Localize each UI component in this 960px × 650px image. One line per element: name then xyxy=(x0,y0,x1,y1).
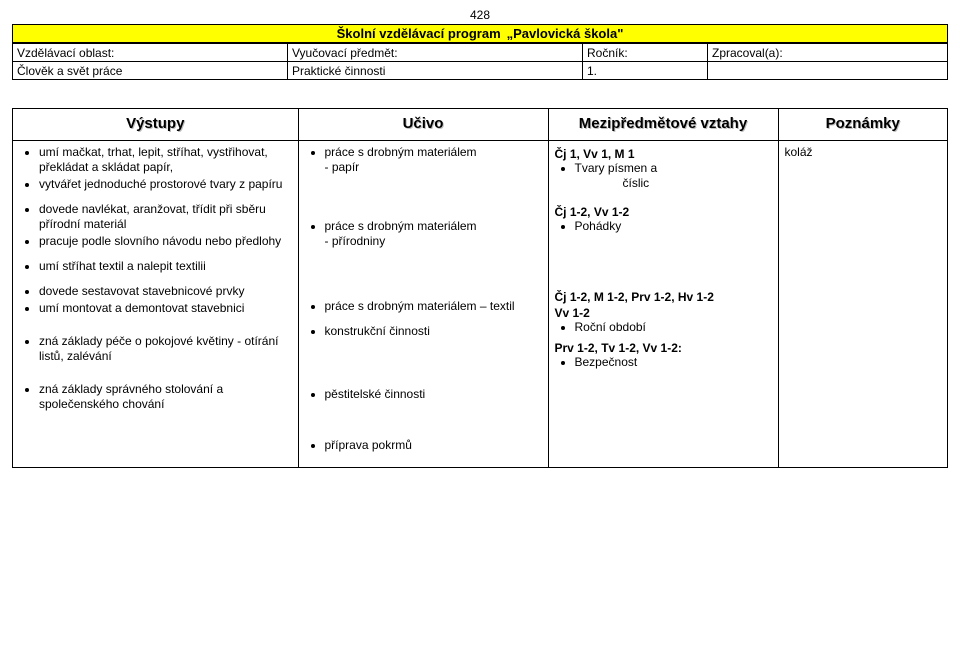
col-curriculum: Učivo xyxy=(298,109,548,141)
out-b2: vytvářet jednoduché prostorové tvary z p… xyxy=(39,177,292,192)
rel-r3b: Vv 1-2 xyxy=(555,306,772,320)
cur-c1: práce s drobným materiálem - papír xyxy=(325,145,542,175)
rel-r1b: Tvary písmen a číslic xyxy=(575,161,772,191)
hdr-r1c2: Vyučovací předmět: xyxy=(288,44,583,62)
rel-r3c: Roční období xyxy=(575,320,772,335)
cur-c3: práce s drobným materiálem – textil xyxy=(325,299,542,314)
hdr-r2c4 xyxy=(708,62,948,80)
program-title-name: „Pavlovická škola" xyxy=(507,26,624,41)
curriculum-cell: práce s drobným materiálem - papír práce… xyxy=(298,141,548,468)
out-b7: umí montovat a demontovat stavebnici xyxy=(39,301,292,316)
hdr-r2c2: Praktické činnosti xyxy=(288,62,583,80)
hdr-r2c1: Člověk a svět práce xyxy=(13,62,288,80)
cur-c1b: - papír xyxy=(325,160,360,174)
relations-cell: Čj 1, Vv 1, M 1 Tvary písmen a číslic Čj… xyxy=(548,141,778,468)
cur-c2b: - přírodniny xyxy=(325,234,386,248)
rel-r3a: Čj 1-2, M 1-2, Prv 1-2, Hv 1-2 xyxy=(555,290,772,304)
cur-c2: práce s drobným materiálem - přírodniny xyxy=(325,219,542,249)
cur-c5: pěstitelské činnosti xyxy=(325,387,542,402)
page-number: 428 xyxy=(12,8,948,22)
col-outputs: Výstupy xyxy=(13,109,298,141)
hdr-r1c1: Vzdělávací oblast: xyxy=(13,44,288,62)
header-table: Vzdělávací oblast: Vyučovací předmět: Ro… xyxy=(12,43,948,80)
hdr-r1c4: Zpracoval(a): xyxy=(708,44,948,62)
out-b1: umí mačkat, trhat, lepit, stříhat, vystř… xyxy=(39,145,292,175)
program-title-bar: Školní vzdělávací program „Pavlovická šk… xyxy=(12,24,948,43)
rel-r1: Čj 1, Vv 1, M 1 xyxy=(555,147,772,161)
out-b3: dovede navlékat, aranžovat, třídit při s… xyxy=(39,202,292,232)
col-relations: Mezipředmětové vztahy xyxy=(548,109,778,141)
rel-r1b-text: Tvary písmen a xyxy=(575,161,658,175)
cur-c4: konstrukční činnosti xyxy=(325,324,542,339)
out-b4: pracuje podle slovního návodu nebo předl… xyxy=(39,234,292,249)
rel-r2: Čj 1-2, Vv 1-2 xyxy=(555,205,772,219)
cur-c2a: práce s drobným materiálem xyxy=(325,219,477,233)
program-title-prefix: Školní vzdělávací program xyxy=(337,26,501,41)
out-b9: zná základy správného stolování a společ… xyxy=(39,382,292,412)
rel-r4b: Bezpečnost xyxy=(575,355,772,370)
outputs-cell: umí mačkat, trhat, lepit, stříhat, vystř… xyxy=(13,141,298,468)
hdr-r2c3: 1. xyxy=(583,62,708,80)
cur-c1a: práce s drobným materiálem xyxy=(325,145,477,159)
out-b5: umí stříhat textil a nalepit textilii xyxy=(39,259,292,274)
notes-cell: koláž xyxy=(778,141,947,468)
out-b8: zná základy péče o pokojové květiny - ot… xyxy=(39,334,292,364)
col-notes: Poznámky xyxy=(778,109,947,141)
rel-r1c: číslic xyxy=(575,176,772,191)
hdr-r1c3: Ročník: xyxy=(583,44,708,62)
cur-c6: příprava pokrmů xyxy=(325,438,542,453)
rel-r2b: Pohádky xyxy=(575,219,772,234)
rel-r4: Prv 1-2, Tv 1-2, Vv 1-2: xyxy=(555,341,772,355)
out-b6: dovede sestavovat stavebnicové prvky xyxy=(39,284,292,299)
note-n1: koláž xyxy=(785,145,813,159)
main-table: Výstupy Učivo Mezipředmětové vztahy Pozn… xyxy=(13,109,947,467)
